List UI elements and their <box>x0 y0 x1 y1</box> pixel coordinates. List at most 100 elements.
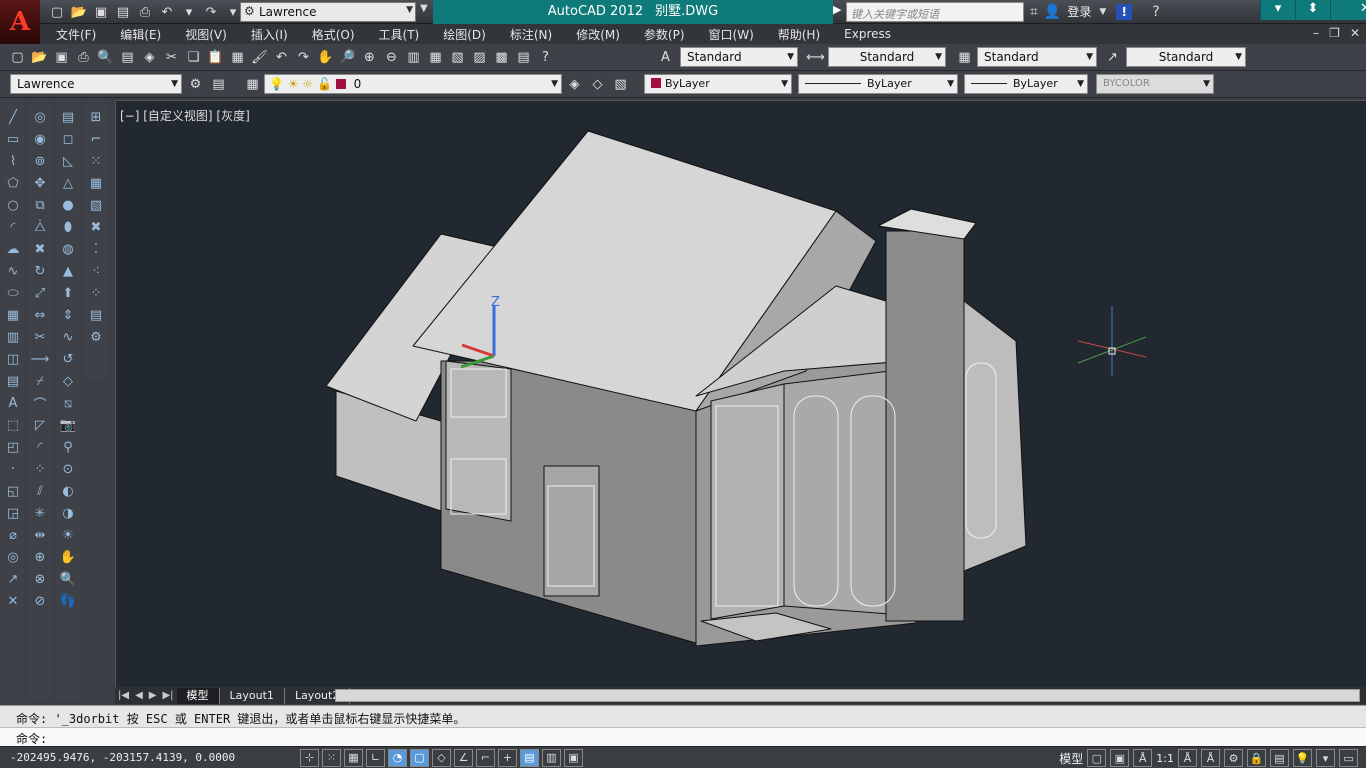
menu-edit[interactable]: 编辑(E) <box>108 26 173 43</box>
union-icon[interactable]: ◎ <box>31 108 50 127</box>
make-current-layer-icon[interactable]: ◈ <box>565 75 584 94</box>
copy-icon[interactable]: ❏ <box>184 48 203 67</box>
snap-center-icon[interactable]: ⁘ <box>87 284 106 303</box>
workspace-selector[interactable]: Lawrence ▼ <box>240 2 416 22</box>
revolve-icon[interactable]: ↺ <box>59 350 78 369</box>
torus-icon[interactable]: ◍ <box>59 240 78 259</box>
point-icon[interactable]: · <box>4 460 23 479</box>
customize-arrow-icon[interactable]: ▼ <box>420 3 428 14</box>
array-icon[interactable]: ⁘ <box>31 460 50 479</box>
application-menu-button[interactable]: A <box>0 0 40 44</box>
wedge-icon[interactable]: ◺ <box>59 152 78 171</box>
pan-3d-icon[interactable]: ✋ <box>59 548 78 567</box>
intersect-icon[interactable]: ⊚ <box>31 152 50 171</box>
dim-style-icon[interactable]: ⟷ <box>806 48 825 67</box>
minimize-button[interactable]: ▾ <box>1260 0 1295 20</box>
menu-file[interactable]: 文件(F) <box>44 26 108 43</box>
table-icon[interactable]: ▤ <box>4 372 23 391</box>
ray-icon[interactable]: ↗ <box>4 570 23 589</box>
zoom-window-icon[interactable]: ⊕ <box>360 48 379 67</box>
ucs-icon[interactable]: ⌐ <box>87 130 106 149</box>
loft-icon[interactable]: ◇ <box>59 372 78 391</box>
tab-prev-icon[interactable]: ◀ <box>132 690 146 701</box>
camera-icon[interactable]: 📷 <box>59 416 78 435</box>
subtract-icon[interactable]: ◉ <box>31 130 50 149</box>
menu-help[interactable]: 帮助(H) <box>766 26 832 43</box>
erase-icon[interactable]: ✖ <box>31 240 50 259</box>
hardware-accel-icon[interactable]: ▤ <box>1270 749 1289 767</box>
horizontal-scrollbar[interactable] <box>335 689 1360 702</box>
mtext-icon[interactable]: A <box>4 394 23 413</box>
menu-dimension[interactable]: 标注(N) <box>498 26 564 43</box>
mirror-icon[interactable]: ⧊ <box>31 218 50 237</box>
align-icon[interactable]: ⇹ <box>31 526 50 545</box>
search-expand-icon[interactable]: ▶ <box>833 3 841 16</box>
menu-window[interactable]: 窗口(W) <box>697 26 766 43</box>
revcloud-icon[interactable]: ☁ <box>4 240 23 259</box>
footprints-icon[interactable]: 👣 <box>59 592 78 611</box>
box-icon[interactable]: ◻ <box>59 130 78 149</box>
object-snap-icon[interactable]: ▢ <box>410 748 429 767</box>
boundary-icon[interactable]: ◱ <box>4 482 23 501</box>
otrack-icon[interactable]: ∠ <box>454 748 473 767</box>
redo-toolbar-icon[interactable]: ↷ <box>294 48 313 67</box>
workspace-settings-icon[interactable]: ⚙ <box>186 75 205 94</box>
3d-align-icon[interactable]: ⊘ <box>31 592 50 611</box>
circle-icon[interactable]: ○ <box>4 196 23 215</box>
3d-rotate-icon[interactable]: ⊗ <box>31 570 50 589</box>
hatch-icon[interactable]: ▦ <box>4 306 23 325</box>
sweep-icon[interactable]: ∿ <box>59 328 78 347</box>
sheet-set-icon[interactable]: ▨ <box>470 48 489 67</box>
doc-close-icon[interactable]: ✕ <box>1350 26 1360 40</box>
polar-tracking-icon[interactable]: ◔ <box>388 748 407 767</box>
new-icon[interactable]: ▢ <box>48 3 66 21</box>
workspace-switch-icon[interactable]: ⚙ <box>1224 749 1243 767</box>
design-center-icon[interactable]: ▦ <box>426 48 445 67</box>
isolate-objects-icon[interactable]: 💡 <box>1293 749 1312 767</box>
snap-settings-icon[interactable]: ⚙ <box>87 328 106 347</box>
grid-icon[interactable]: ⁙ <box>87 152 106 171</box>
menu-draw[interactable]: 绘图(D) <box>431 26 498 43</box>
orbit-icon[interactable]: ⊙ <box>59 460 78 479</box>
tab-model[interactable]: 模型 <box>176 687 220 704</box>
zoom-previous-icon[interactable]: ⊖ <box>382 48 401 67</box>
helix-icon[interactable]: ⌀ <box>4 526 23 545</box>
tab-last-icon[interactable]: ▶| <box>159 690 176 701</box>
calculator-icon[interactable]: ▤ <box>514 48 533 67</box>
3d-move-icon[interactable]: ⊕ <box>31 548 50 567</box>
user-icon[interactable]: 👤 <box>1044 4 1061 20</box>
text-style-icon[interactable]: A <box>656 48 675 67</box>
command-input[interactable]: 命令: <box>0 727 1366 746</box>
layout-icon[interactable]: ▢ <box>1087 749 1107 767</box>
gradient-icon[interactable]: ▥ <box>4 328 23 347</box>
quick-properties-icon[interactable]: ▣ <box>564 748 583 767</box>
doc-restore-icon[interactable]: ❐ <box>1329 26 1340 40</box>
lock-icon[interactable]: 🔒 <box>1247 749 1266 767</box>
insert-block-icon[interactable]: ⬚ <box>4 416 23 435</box>
join-icon[interactable]: ⌒ <box>31 394 50 413</box>
redo-icon[interactable]: ↷ <box>202 3 220 21</box>
doc-minimize-icon[interactable]: – <box>1313 26 1319 40</box>
render-icon[interactable]: ◐ <box>59 482 78 501</box>
menu-insert[interactable]: 插入(I) <box>239 26 300 43</box>
stretch-icon[interactable]: ⇔ <box>31 306 50 325</box>
named-views-icon[interactable]: ▧ <box>87 196 106 215</box>
close-button[interactable]: ✕ <box>1330 0 1366 20</box>
menu-tools[interactable]: 工具(T) <box>367 26 432 43</box>
open-file-icon[interactable]: 📂 <box>30 48 49 67</box>
properties-icon[interactable]: ▥ <box>404 48 423 67</box>
login-dropdown-icon[interactable]: ▼ <box>1099 7 1106 17</box>
binoculars-icon[interactable]: ⌗ <box>1030 4 1038 20</box>
layer-state-icon[interactable]: ▧ <box>611 75 630 94</box>
lineweight-icon[interactable]: ▤ <box>520 748 539 767</box>
donut-icon[interactable]: ◎ <box>4 548 23 567</box>
zoom-realtime-icon[interactable]: 🔎 <box>338 48 357 67</box>
preview-icon[interactable]: 🔍 <box>96 48 115 67</box>
fillet-icon[interactable]: ◜ <box>31 438 50 457</box>
tab-layout1[interactable]: Layout1 <box>220 687 285 704</box>
pyramid-icon[interactable]: ▲ <box>59 262 78 281</box>
lineweight-combo[interactable]: ByLayer ▼ <box>964 74 1088 94</box>
polysolid-icon[interactable]: ▤ <box>59 108 78 127</box>
auto-scale-icon[interactable]: Å <box>1201 749 1220 767</box>
dim-style-combo[interactable]: Standard ▼ <box>828 47 946 67</box>
